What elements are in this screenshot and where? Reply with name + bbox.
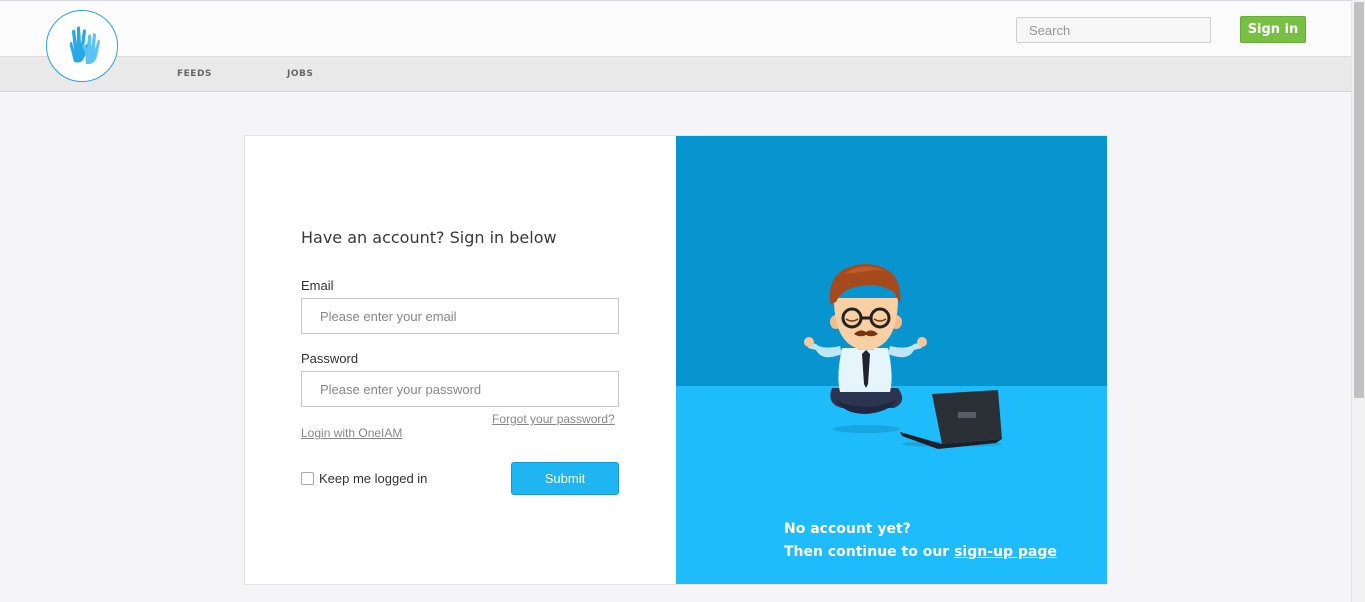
laptop-icon xyxy=(900,390,1002,449)
keep-logged-in-checkbox[interactable] xyxy=(301,472,314,485)
email-label: Email xyxy=(301,278,334,293)
login-form: Have an account? Sign in below Email Pas… xyxy=(245,136,677,584)
search-input[interactable] xyxy=(1016,17,1211,43)
signup-prompt-prefix: Then continue to our xyxy=(784,544,955,560)
email-field[interactable] xyxy=(301,298,619,334)
password-field[interactable] xyxy=(301,371,619,407)
scrollbar-thumb[interactable] xyxy=(1354,2,1364,398)
submit-button[interactable]: Submit xyxy=(511,462,619,495)
nav-item-jobs[interactable]: JOBS xyxy=(287,69,313,79)
high-five-hands-icon xyxy=(69,26,100,65)
login-card: Have an account? Sign in below Email Pas… xyxy=(244,135,1107,585)
login-title: Have an account? Sign in below xyxy=(301,228,557,247)
forgot-password-link[interactable]: Forgot your password? xyxy=(492,412,615,426)
no-account-text: No account yet? xyxy=(784,521,911,537)
signup-page-link[interactable]: sign-up page xyxy=(954,544,1057,560)
sign-in-button[interactable]: Sign in xyxy=(1240,16,1306,43)
signup-prompt: Then continue to our sign-up page xyxy=(784,544,1057,560)
signup-promo: No account yet? Then continue to our sig… xyxy=(676,136,1107,584)
password-label: Password xyxy=(301,351,359,366)
login-oneiam-link[interactable]: Login with OneIAM xyxy=(301,426,402,440)
nav-item-feeds[interactable]: FEEDS xyxy=(177,69,212,79)
nav-bar: FEEDS JOBS xyxy=(0,57,1351,92)
keep-logged-in-label[interactable]: Keep me logged in xyxy=(319,471,427,486)
top-bar: Sign in xyxy=(0,0,1351,57)
page-scrollbar[interactable] xyxy=(1351,0,1365,602)
site-logo[interactable] xyxy=(46,10,118,82)
meditating-man-illustration xyxy=(804,264,1002,449)
